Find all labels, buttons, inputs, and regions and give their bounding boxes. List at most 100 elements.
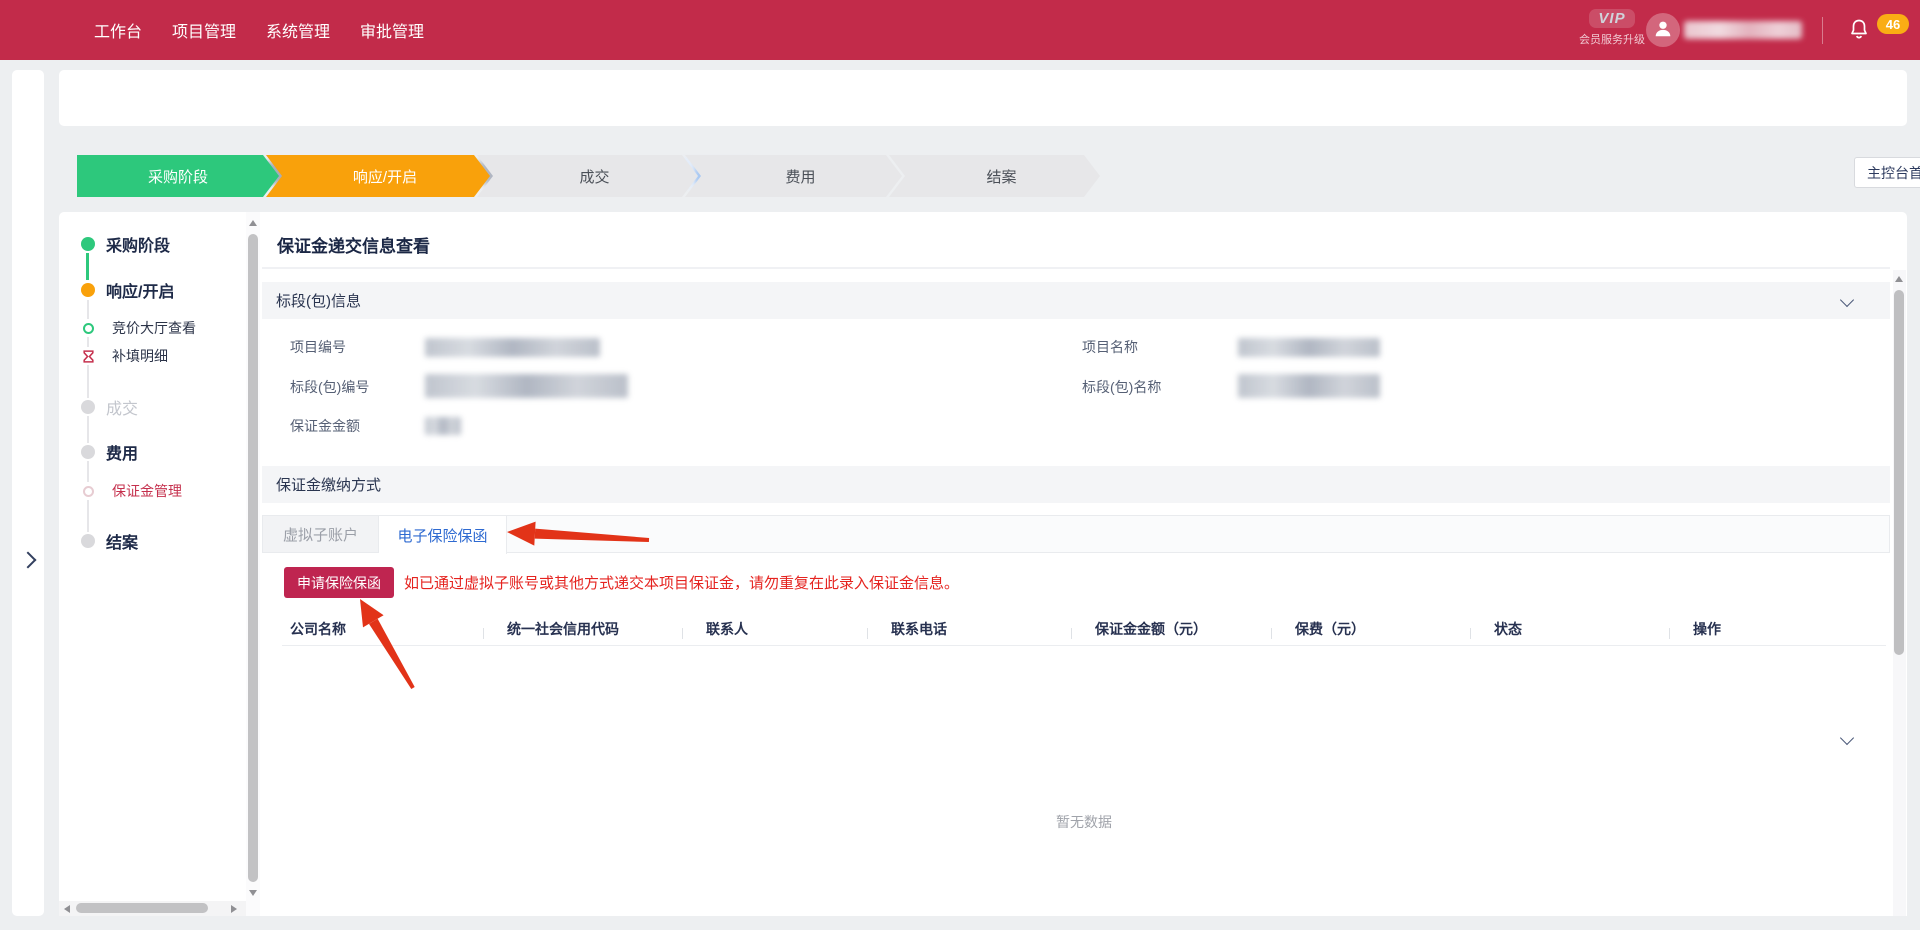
left-collapse-panel	[12, 70, 44, 916]
chevron-down-icon[interactable]	[1840, 293, 1854, 307]
title-divider	[262, 267, 1890, 269]
section-title: 标段(包)信息	[276, 290, 361, 311]
timeline-connector-done	[86, 252, 89, 280]
scroll-down-arrow-icon[interactable]	[249, 890, 257, 896]
scroll-right-arrow-icon[interactable]	[231, 905, 237, 913]
nav-item-workbench[interactable]: 工作台	[94, 18, 142, 42]
label-project-name: 项目名称	[1082, 337, 1138, 357]
col-status: 状态	[1470, 619, 1669, 639]
scrollbar-thumb[interactable]	[248, 234, 258, 882]
nav-item-project-mgmt[interactable]: 项目管理	[172, 18, 236, 42]
sidebar-item-label: 采购阶段	[106, 232, 170, 256]
label-project-no: 项目编号	[290, 337, 346, 357]
label-deposit-amount: 保证金金额	[290, 416, 360, 436]
step-label: 结案	[986, 166, 1016, 187]
page-title: 保证金递交信息查看	[277, 232, 430, 257]
sidebar-item-procurement[interactable]: 采购阶段	[80, 232, 170, 256]
user-avatar[interactable]	[1646, 13, 1680, 47]
sidebar-item-label: 补填明细	[112, 346, 168, 366]
value-package-no-blurred	[425, 374, 628, 398]
chevron-down-icon[interactable]	[1840, 731, 1854, 745]
label-package-name: 标段(包)名称	[1082, 377, 1161, 397]
sidebar-item-label: 结案	[106, 529, 138, 553]
value-project-name-blurred	[1238, 338, 1380, 357]
step-deal[interactable]: 成交	[477, 155, 698, 197]
vip-upgrade[interactable]: VIP 会员服务升级	[1566, 9, 1658, 47]
sidebar-item-deposit-mgmt[interactable]: 保证金管理	[80, 481, 182, 501]
step-label: 响应/开启	[353, 166, 417, 187]
pay-method-tabs: 虚拟子账户 电子保险保函	[262, 515, 1890, 553]
col-contact-phone: 联系电话	[867, 619, 1071, 639]
step-label: 成交	[579, 166, 609, 187]
nav-item-system-mgmt[interactable]: 系统管理	[266, 18, 330, 42]
apply-guarantee-button[interactable]: 申请保险保函	[284, 567, 394, 598]
nav-divider	[1822, 17, 1823, 44]
guarantee-table-header: 公司名称 统一社会信用代码 联系人 联系电话 保证金金额（元） 保费（元） 状态…	[282, 612, 1886, 646]
ring-pink-icon	[80, 482, 96, 500]
main-panel: 保证金递交信息查看 标段(包)信息 项目编号 项目名称 标段(包)编号 标段(包…	[262, 212, 1890, 916]
scrollbar-thumb[interactable]	[76, 903, 208, 913]
value-project-no-blurred	[425, 338, 600, 357]
scroll-left-arrow-icon[interactable]	[64, 905, 70, 913]
col-deposit-amount: 保证金金额（元）	[1071, 619, 1271, 639]
sidebar-item-label: 保证金管理	[112, 481, 182, 501]
step-label: 采购阶段	[148, 166, 208, 187]
content-card: 采购阶段 响应/开启 竞价大厅查看 补填明细 成交	[59, 212, 1907, 916]
duplicate-deposit-warning: 如已通过虚拟子账号或其他方式递交本项目保证金，请勿重复在此录入保证金信息。	[404, 567, 959, 598]
col-actions: 操作	[1669, 619, 1886, 639]
section-title: 保证金缴纳方式	[276, 474, 381, 495]
ring-green-icon	[80, 319, 96, 337]
section-pay-method-header[interactable]: 保证金缴纳方式	[262, 466, 1890, 503]
header-card: ← 主控台首页	[59, 70, 1907, 126]
col-premium: 保费（元）	[1271, 619, 1470, 639]
scrollbar-thumb[interactable]	[1894, 290, 1904, 655]
sidebar-item-deal[interactable]: 成交	[80, 395, 138, 419]
stage-dot-gray-icon	[80, 532, 96, 550]
hourglass-icon	[80, 347, 96, 365]
tab-electronic-guarantee[interactable]: 电子保险保函	[379, 516, 507, 554]
scroll-up-arrow-icon[interactable]	[1895, 276, 1903, 282]
empty-state-text: 暂无数据	[282, 812, 1886, 832]
sidebar-horizontal-scrollbar[interactable]	[59, 901, 246, 916]
sidebar-item-fill-details[interactable]: 补填明细	[80, 346, 168, 366]
value-package-name-blurred	[1238, 374, 1380, 398]
sidebar-item-label: 成交	[106, 395, 138, 419]
vip-icon: VIP	[1589, 9, 1634, 28]
sidebar-item-label: 响应/开启	[106, 278, 174, 302]
notification-count-badge[interactable]: 46	[1877, 14, 1909, 34]
stage-dot-green-icon	[80, 235, 96, 253]
nav-item-approval-mgmt[interactable]: 审批管理	[360, 18, 424, 42]
main-vertical-scrollbar[interactable]	[1893, 270, 1906, 916]
step-fee[interactable]: 费用	[685, 155, 902, 197]
page: 工作台 项目管理 系统管理 审批管理 VIP 会员服务升级 46	[0, 0, 1920, 930]
nav-menu: 工作台 项目管理 系统管理 审批管理	[94, 0, 424, 60]
scroll-up-arrow-icon[interactable]	[249, 220, 257, 226]
sidebar-vertical-scrollbar[interactable]	[246, 212, 260, 916]
sidebar-item-bidding-hall[interactable]: 竞价大厅查看	[80, 318, 196, 338]
tab-virtual-subaccount[interactable]: 虚拟子账户	[263, 516, 379, 552]
col-contact-person: 联系人	[682, 619, 867, 639]
step-response-open[interactable]: 响应/开启	[266, 155, 490, 197]
username-blurred	[1684, 21, 1802, 39]
expand-chevron-icon[interactable]	[20, 552, 37, 569]
sidebar-item-close[interactable]: 结案	[80, 529, 138, 553]
console-home-button[interactable]: 主控台首页	[1854, 157, 1920, 188]
person-icon	[1652, 17, 1674, 44]
top-nav: 工作台 项目管理 系统管理 审批管理 VIP 会员服务升级 46	[0, 0, 1920, 60]
step-label: 费用	[785, 166, 815, 187]
stage-dot-gray-icon	[80, 443, 96, 461]
step-close[interactable]: 结案	[889, 155, 1100, 197]
stage-dot-gray-icon	[80, 398, 96, 416]
label-package-no: 标段(包)编号	[290, 377, 369, 397]
sidebar-item-fee[interactable]: 费用	[80, 440, 138, 464]
step-procurement[interactable]: 采购阶段	[77, 155, 279, 197]
section-bid-info-header[interactable]: 标段(包)信息	[262, 282, 1890, 319]
sidebar-item-label: 竞价大厅查看	[112, 318, 196, 338]
value-deposit-amount-blurred	[425, 417, 461, 435]
sidebar-item-response-open[interactable]: 响应/开启	[80, 278, 174, 302]
col-credit-code: 统一社会信用代码	[483, 619, 682, 639]
stage-dot-orange-icon	[80, 281, 96, 299]
notification-bell-icon[interactable]	[1847, 16, 1873, 44]
sidebar-item-label: 费用	[106, 440, 138, 464]
vip-caption: 会员服务升级	[1566, 31, 1658, 47]
